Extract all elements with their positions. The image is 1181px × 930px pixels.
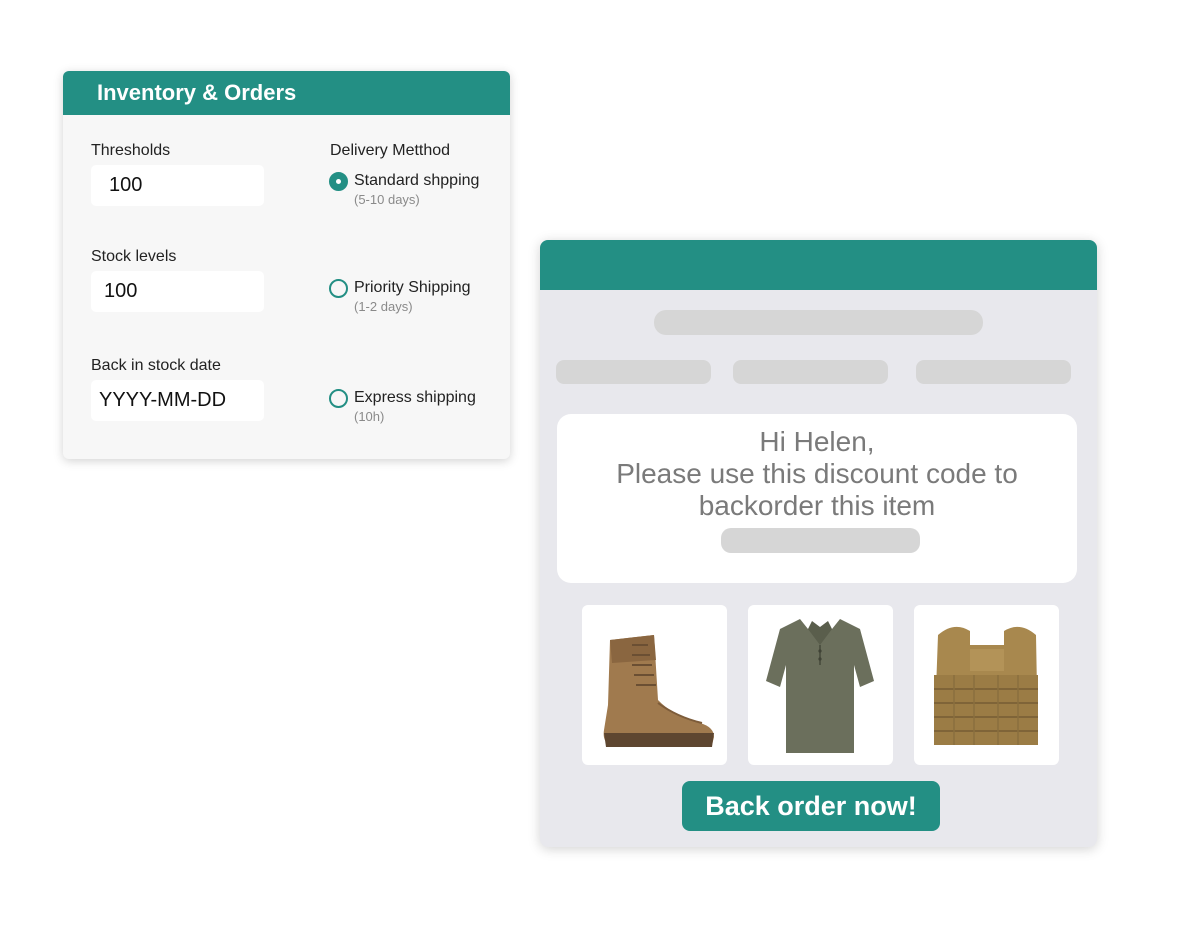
greeting-text: Hi Helen, (759, 426, 875, 457)
email-preview-panel: Hi Helen, Please use this discount code … (540, 240, 1097, 847)
back-in-stock-label: Back in stock date (91, 357, 221, 374)
radio-checked-icon[interactable] (329, 172, 348, 191)
product-card-tactical-vest[interactable] (914, 605, 1059, 765)
thresholds-input[interactable] (91, 165, 264, 206)
radio-sublabel: (10h) (354, 409, 385, 424)
placeholder-nav-bar (916, 360, 1071, 384)
boot-image (603, 635, 714, 747)
radio-sublabel: (5-10 days) (354, 192, 420, 207)
inventory-orders-panel: Inventory & Orders Thresholds Stock leve… (63, 71, 510, 459)
radio-label: Express shipping (354, 389, 476, 406)
back-order-now-button[interactable]: Back order now! (682, 781, 940, 831)
delivery-method-label: Delivery Metthod (330, 142, 451, 159)
placeholder-nav-bar (556, 360, 711, 384)
message-text-line: Please use this discount code to (616, 458, 1018, 489)
back-in-stock-date-input[interactable] (91, 380, 264, 421)
product-card-polo-shirt[interactable] (748, 605, 893, 765)
radio-priority-shipping[interactable]: Priority Shipping (1-2 days) (329, 278, 471, 316)
radio-express-shipping[interactable]: Express shipping (10h) (329, 388, 476, 426)
radio-sublabel: (1-2 days) (354, 299, 413, 314)
placeholder-nav-bar (733, 360, 888, 384)
thresholds-label: Thresholds (91, 142, 171, 159)
stock-levels-input[interactable] (91, 271, 264, 312)
tactical-vest-image (934, 626, 1038, 745)
radio-unchecked-icon[interactable] (329, 389, 348, 408)
product-card-boot[interactable] (582, 605, 727, 765)
email-header-bar (540, 240, 1097, 290)
radio-label: Priority Shipping (354, 279, 471, 296)
radio-standard-shipping[interactable]: Standard shpping (5-10 days) (329, 171, 479, 209)
discount-code-placeholder (721, 528, 920, 553)
message-text-line: backorder this item (698, 490, 936, 521)
radio-unchecked-icon[interactable] (329, 279, 348, 298)
panel-title: Inventory & Orders (63, 71, 510, 115)
message-box: Hi Helen, Please use this discount code … (557, 414, 1077, 583)
placeholder-title-bar (654, 310, 983, 335)
radio-label: Standard shpping (354, 172, 480, 189)
polo-shirt-image (766, 619, 874, 753)
stock-levels-label: Stock levels (91, 248, 177, 265)
